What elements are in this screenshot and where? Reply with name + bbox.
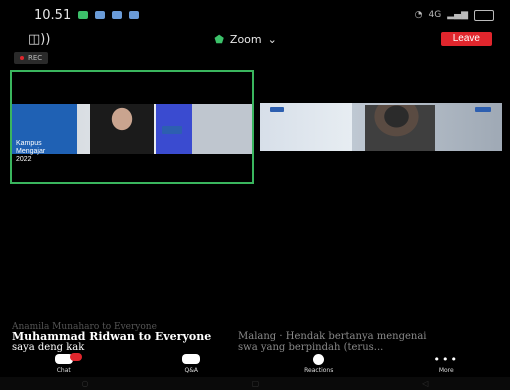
status-right: ◔ 4G ▂▄▆ xyxy=(414,9,494,21)
reactions-label: Reactions xyxy=(304,367,334,374)
battery-icon xyxy=(474,9,494,21)
meeting-toolbar: Chat Q&A Reactions ••• More xyxy=(0,353,510,376)
status-bar: 10.51 ◔ 4G ▂▄▆ xyxy=(0,0,510,30)
brand-line: 2022 xyxy=(16,156,32,163)
recording-indicator: REC xyxy=(14,52,49,64)
network-type: 4G xyxy=(428,10,442,20)
video-tile-active-speaker[interactable]: Kampus Mengajar 2022 xyxy=(10,70,254,184)
chat-label: Chat xyxy=(56,367,71,374)
nav-recents-icon[interactable]: ▢ xyxy=(252,379,260,388)
chat-faded-line: swa yang berpindah (terus... xyxy=(238,342,384,353)
chat-preview[interactable]: Anamila Munaharo to Everyone Muhammad Ri… xyxy=(10,322,500,354)
meeting-top-bar: ◫)) ⬟ Zoom ⌄ Leave xyxy=(0,30,510,48)
app-icon xyxy=(112,11,123,19)
chat-faded-line: Malang · Hendak bertanya mengenai xyxy=(238,331,427,342)
video-tile-participant[interactable] xyxy=(260,103,502,151)
logo-badge-icon xyxy=(270,107,284,112)
nav-home-icon[interactable]: ○ xyxy=(82,379,89,388)
chat-icon xyxy=(54,353,82,364)
signal-icon: ▂▄▆ xyxy=(447,10,468,20)
qa-icon xyxy=(182,354,201,364)
wifi-icon: ◔ xyxy=(414,10,423,20)
unread-badge xyxy=(69,353,82,361)
send-icon xyxy=(95,11,106,19)
reactions-button[interactable]: Reactions xyxy=(274,354,364,374)
nav-back-icon[interactable]: ◁ xyxy=(422,379,428,388)
status-left: 10.51 xyxy=(34,7,140,23)
gallery-icon xyxy=(129,11,140,19)
speaker-icon[interactable]: ◫)) xyxy=(28,32,50,47)
meeting-info[interactable]: ⬟ Zoom ⌄ xyxy=(214,33,277,46)
video-feed: Kampus Mengajar 2022 xyxy=(12,104,252,163)
system-nav-bar: ○ ▢ ◁ xyxy=(0,377,510,390)
more-label: More xyxy=(438,367,454,374)
meeting-title: Zoom xyxy=(229,32,262,46)
leave-button[interactable]: Leave xyxy=(440,32,492,46)
smiley-icon xyxy=(313,354,325,365)
brand-line: Mengajar xyxy=(16,148,46,155)
brand-line: Kampus xyxy=(16,140,42,147)
video-overlay-brand: Kampus Mengajar 2022 xyxy=(16,140,72,164)
chevron-down-icon: ⌄ xyxy=(267,32,277,46)
chat-message: saya deng kak xyxy=(12,342,85,353)
record-dot-icon xyxy=(20,56,24,60)
more-dots-icon: ••• xyxy=(433,353,459,366)
participant-video xyxy=(90,104,154,154)
shield-icon: ⬟ xyxy=(214,32,224,46)
whatsapp-icon xyxy=(78,11,89,19)
chat-sender: Muhammad Ridwan to Everyone xyxy=(12,330,212,343)
qa-label: Q&A xyxy=(184,367,198,374)
recording-label: REC xyxy=(28,54,43,62)
more-button[interactable]: ••• More xyxy=(401,353,491,375)
qa-button[interactable]: Q&A xyxy=(146,354,236,374)
chat-button[interactable]: Chat xyxy=(19,353,109,374)
clock: 10.51 xyxy=(34,7,72,23)
participant-video xyxy=(365,105,435,151)
logo-badge-icon xyxy=(475,107,491,112)
logo-badge-icon xyxy=(162,126,182,134)
